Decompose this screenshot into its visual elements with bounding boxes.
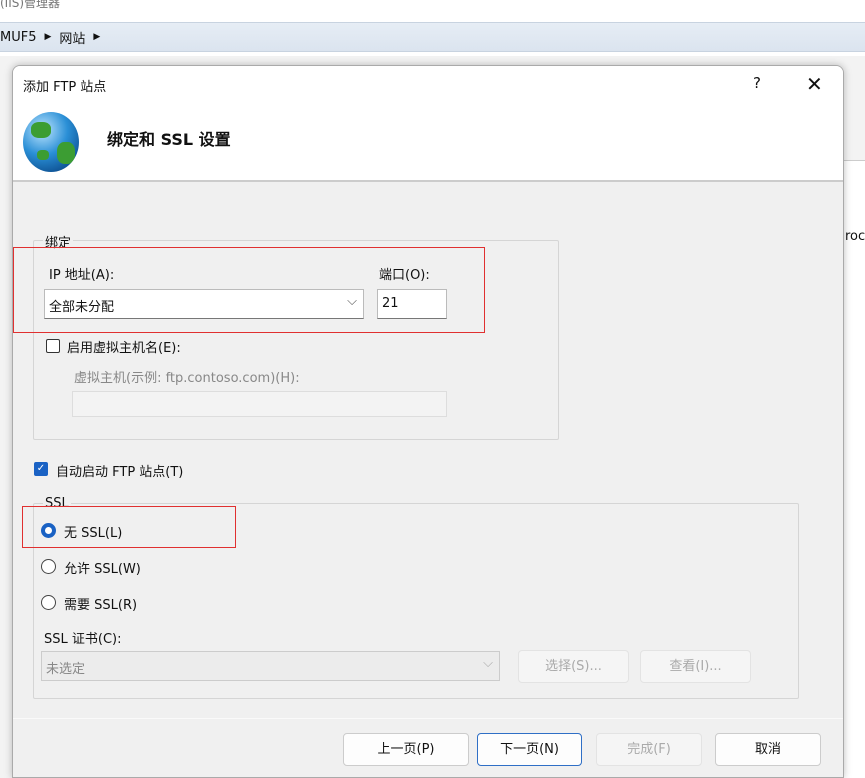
- require-ssl-radio[interactable]: [41, 595, 56, 610]
- virtual-host-input[interactable]: [72, 391, 447, 417]
- add-ftp-site-dialog: 添加 FTP 站点 ? ✕ 绑定和 SSL 设置 绑定 IP 地址(A): 全部…: [12, 65, 844, 778]
- background-text: roc: [845, 229, 865, 244]
- chevron-right-icon[interactable]: ▶: [44, 32, 51, 42]
- breadcrumb-item[interactable]: MUF5: [0, 30, 36, 45]
- virtual-host-checkbox-label: 启用虚拟主机名(E):: [67, 337, 181, 356]
- select-cert-button[interactable]: 选择(S)...: [518, 650, 629, 683]
- close-button[interactable]: ✕: [806, 72, 823, 96]
- finish-button[interactable]: 完成(F): [596, 733, 702, 766]
- app-title: (IIS)管理器: [0, 0, 60, 11]
- chevron-right-icon[interactable]: ▶: [93, 32, 100, 42]
- divider: [13, 718, 844, 719]
- cancel-button[interactable]: 取消: [715, 733, 821, 766]
- require-ssl-label: 需要 SSL(R): [64, 594, 137, 613]
- dialog-header: [13, 66, 843, 182]
- ssl-cert-value: 未选定: [46, 662, 85, 677]
- breadcrumb: MUF5 ▶ 网站 ▶: [0, 22, 865, 52]
- allow-ssl-label: 允许 SSL(W): [64, 558, 141, 577]
- highlight-box: [13, 247, 485, 333]
- no-ssl-radio[interactable]: [41, 523, 56, 538]
- globe-icon: [23, 112, 79, 172]
- help-button[interactable]: ?: [753, 74, 761, 92]
- allow-ssl-radio[interactable]: [41, 559, 56, 574]
- view-cert-button[interactable]: 查看(I)...: [640, 650, 751, 683]
- chevron-down-icon: ⌵: [483, 656, 493, 671]
- virtual-host-checkbox[interactable]: [46, 339, 60, 353]
- no-ssl-label: 无 SSL(L): [64, 522, 122, 541]
- auto-start-label: 自动启动 FTP 站点(T): [56, 461, 183, 480]
- background-right-pane: [843, 160, 865, 778]
- dialog-title: 添加 FTP 站点: [23, 76, 106, 95]
- next-button[interactable]: 下一页(N): [477, 733, 582, 766]
- ssl-cert-select[interactable]: 未选定 ⌵: [41, 651, 500, 681]
- previous-button[interactable]: 上一页(P): [343, 733, 469, 766]
- auto-start-checkbox[interactable]: ✓: [34, 462, 48, 476]
- virtual-host-label: 虚拟主机(示例: ftp.contoso.com)(H):: [74, 367, 300, 386]
- ssl-cert-label: SSL 证书(C):: [44, 628, 121, 647]
- breadcrumb-item[interactable]: 网站: [59, 28, 85, 47]
- page-heading: 绑定和 SSL 设置: [107, 126, 231, 150]
